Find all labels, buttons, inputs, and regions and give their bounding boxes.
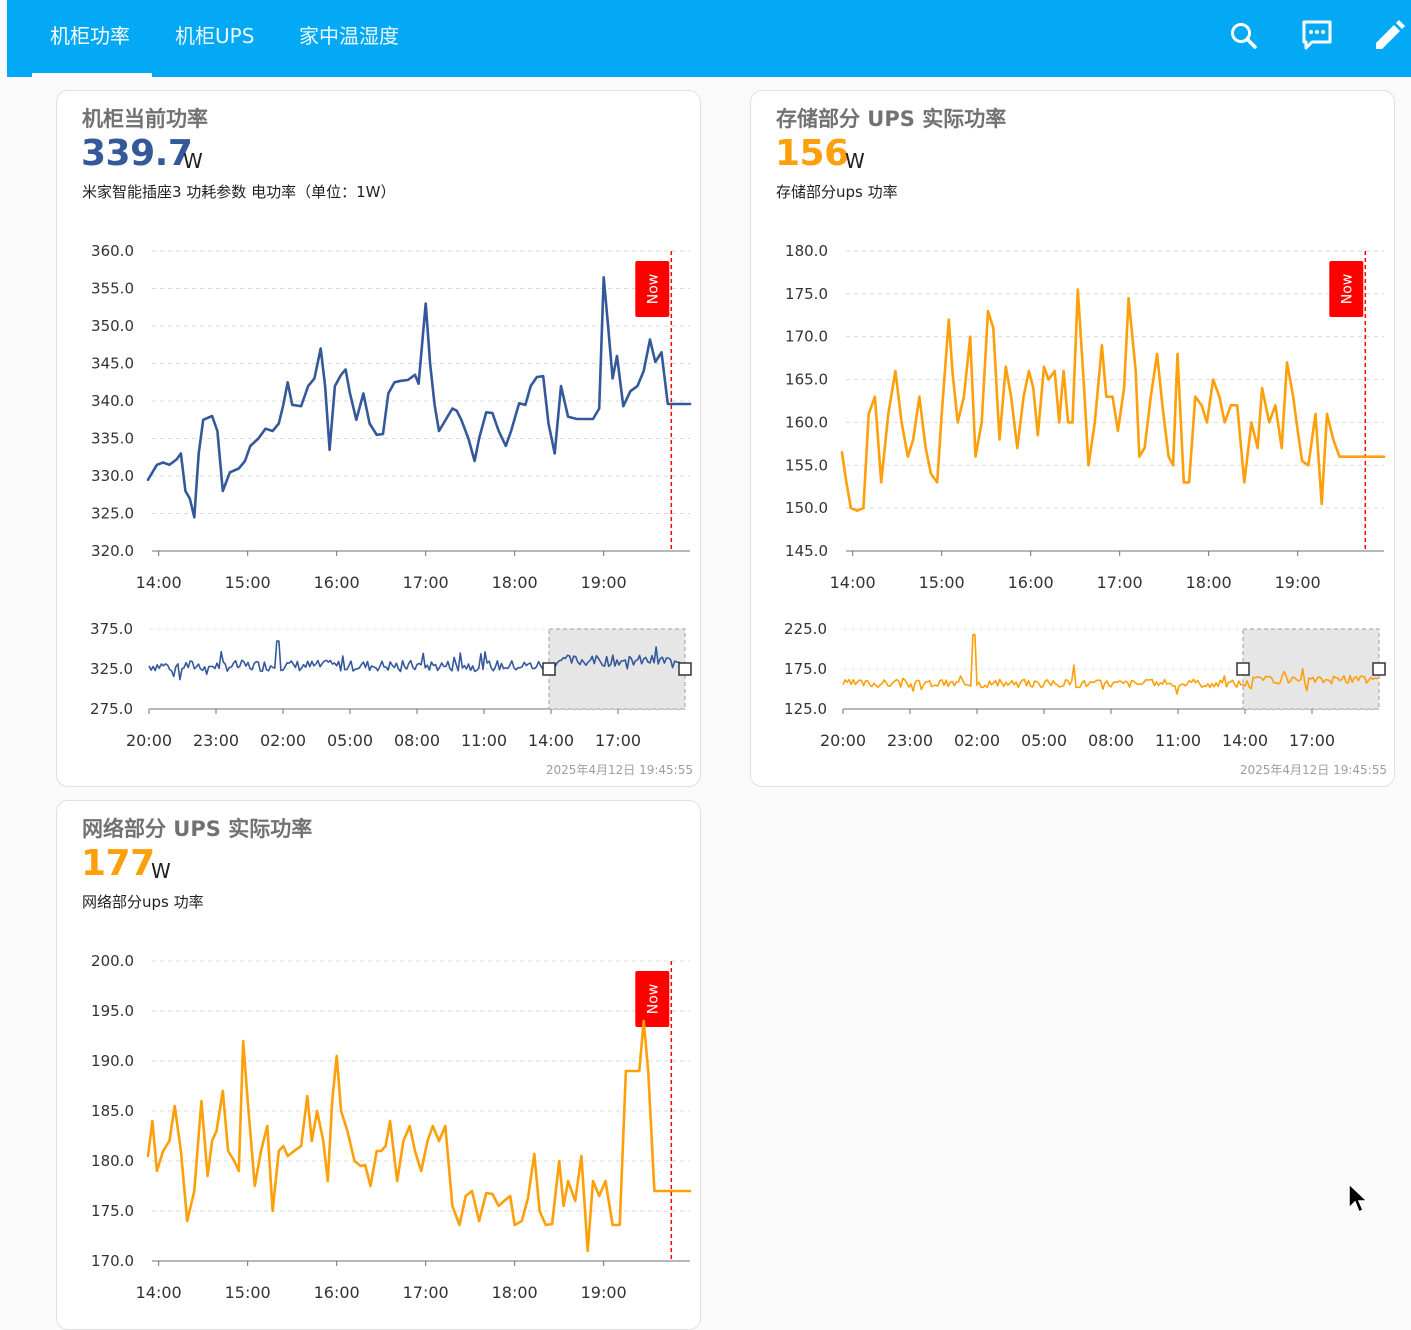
card-cabinet-power: 机柜当前功率 339.7 W 米家智能插座3 功耗参数 电功率（单位：1W） 2… <box>56 90 701 787</box>
card-subtitle: 米家智能插座3 功耗参数 电功率（单位：1W） <box>82 183 396 201</box>
card-timestamp: 2025年4月12日 19:45:55 <box>545 763 693 777</box>
card-unit: W <box>845 149 865 173</box>
edit-icon[interactable] <box>1371 18 1407 54</box>
card-subtitle: 网络部分ups 功率 <box>82 893 204 911</box>
tab-cabinet-power[interactable]: 机柜功率 <box>50 0 130 77</box>
card-unit: W <box>183 149 203 173</box>
card-unit: W <box>151 859 171 883</box>
card-title: 网络部分 UPS 实际功率 <box>82 817 313 841</box>
card-title: 机柜当前功率 <box>82 107 208 131</box>
active-tab-indicator <box>32 73 152 77</box>
assist-icon[interactable] <box>1299 18 1335 54</box>
card-title: 存储部分 UPS 实际功率 <box>776 107 1007 131</box>
card-value: 339.7 <box>81 133 193 174</box>
card-subtitle: 存储部分ups 功率 <box>776 183 898 201</box>
search-icon[interactable] <box>1226 18 1262 54</box>
window-edge <box>0 0 7 1307</box>
card-value: 156 <box>775 133 849 174</box>
card-storage-ups-power: 存储部分 UPS 实际功率 156 W 存储部分ups 功率 2025年4月12… <box>750 90 1395 787</box>
tab-cabinet-ups[interactable]: 机柜UPS <box>175 0 254 77</box>
card-value: 177 <box>81 843 155 884</box>
tab-home-temp-humidity[interactable]: 家中温湿度 <box>299 0 399 77</box>
card-timestamp: 2025年4月12日 19:45:55 <box>1239 763 1387 777</box>
mouse-cursor-icon <box>1348 1182 1369 1214</box>
card-network-ups-power: 网络部分 UPS 实际功率 177 W 网络部分ups 功率 <box>56 800 701 1330</box>
top-app-bar: 机柜功率 机柜UPS 家中温湿度 <box>7 0 1411 77</box>
